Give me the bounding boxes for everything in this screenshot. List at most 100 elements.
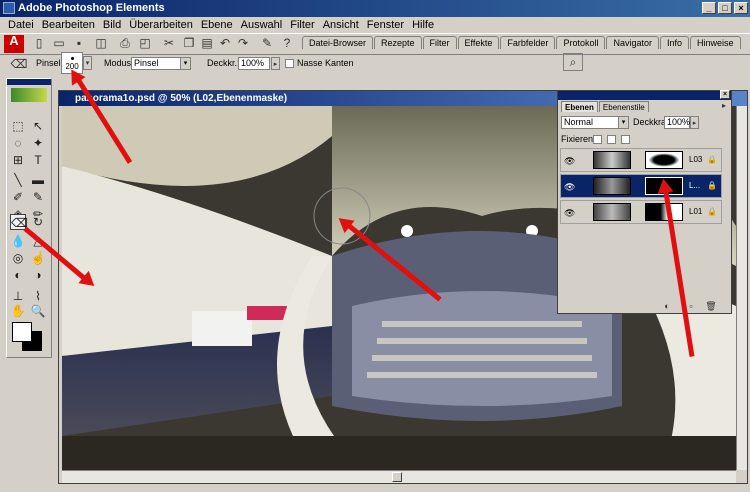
opacity-field[interactable]: 100%: [238, 57, 270, 70]
tab-ebenen[interactable]: Ebenen: [561, 101, 598, 112]
open-file-icon[interactable]: ▭: [50, 35, 68, 52]
eye-icon[interactable]: 👁: [564, 156, 575, 167]
layer-row-selected[interactable]: 👁 L... 🔒: [560, 174, 722, 198]
menu-auswahl[interactable]: Auswahl: [237, 19, 287, 31]
blend-mode-select[interactable]: Normal ▾: [561, 116, 629, 129]
clone-stamp-tool-icon[interactable]: ⊥: [10, 288, 26, 304]
dodge-tool-icon[interactable]: ◐: [10, 267, 26, 283]
cut-icon[interactable]: ✂: [160, 35, 178, 52]
mode-select[interactable]: Pinsel ▾: [131, 57, 191, 70]
help-icon[interactable]: ?: [278, 35, 296, 52]
paste-icon[interactable]: ▤: [198, 35, 216, 52]
type-tool-icon[interactable]: T: [30, 152, 46, 168]
menu-fenster[interactable]: Fenster: [363, 19, 408, 31]
layer-row[interactable]: 👁 L03 🔒: [560, 148, 722, 172]
tab-datei-browser[interactable]: Datei-Browser: [302, 36, 374, 49]
layer-opacity-field[interactable]: 100%: [664, 116, 690, 129]
menu-ueberarbeiten[interactable]: Überarbeiten: [125, 19, 197, 31]
trash-icon[interactable]: 🗑: [704, 300, 718, 312]
burn-tool-icon[interactable]: ◑: [30, 267, 46, 283]
layer-adjust-icon[interactable]: ◐: [660, 300, 674, 312]
zoom-tool-icon[interactable]: 🔍: [30, 303, 46, 319]
layer-thumbnail: [593, 151, 631, 169]
print-icon[interactable]: ⎙: [116, 35, 134, 52]
layer-name: L...: [689, 181, 701, 190]
magic-wand-tool-icon[interactable]: ✦: [30, 135, 46, 151]
mode-value: Pinsel: [134, 58, 159, 68]
brush-dropdown-icon[interactable]: ▾: [83, 56, 92, 70]
tab-info[interactable]: Info: [659, 36, 689, 49]
line-tool-icon[interactable]: ╲: [10, 172, 26, 188]
layer-thumbnail: [593, 177, 631, 195]
menu-hilfe[interactable]: Hilfe: [408, 19, 438, 31]
smudge-tool-icon[interactable]: ☝: [30, 250, 46, 266]
tab-effekte[interactable]: Effekte: [457, 36, 500, 49]
color-sampler-tool-icon[interactable]: ⌇: [30, 288, 46, 304]
lasso-tool-icon[interactable]: ◌: [10, 135, 26, 151]
palette-toggle-icon[interactable]: ⌕: [563, 53, 583, 71]
history-brush-tool-icon[interactable]: ↻: [30, 214, 46, 230]
app-icon: [3, 2, 15, 14]
layer-opacity-arrow-icon[interactable]: ▸: [690, 116, 699, 129]
menu-filter[interactable]: Filter: [286, 19, 318, 31]
tab-hinweise[interactable]: Hinweise: [690, 36, 741, 49]
eraser-tool-icon-selected[interactable]: ⌫: [10, 214, 28, 230]
menu-bild[interactable]: Bild: [99, 19, 125, 31]
blur-tool-icon[interactable]: 💧: [10, 233, 26, 249]
eraser-tool-icon[interactable]: ⌫: [10, 56, 28, 73]
tab-filter[interactable]: Filter: [422, 36, 457, 49]
menu-ebene[interactable]: Ebene: [197, 19, 237, 31]
palette-menu-icon[interactable]: ▸: [718, 100, 730, 111]
minimize-button[interactable]: _: [702, 2, 716, 14]
layer-name: L01: [689, 207, 703, 216]
close-button[interactable]: ×: [734, 2, 748, 14]
eye-icon[interactable]: 👁: [564, 182, 575, 193]
sponge-tool-icon[interactable]: ◎: [10, 250, 26, 266]
brush-dot-icon: [70, 57, 74, 60]
step-backward-icon[interactable]: ✎: [258, 35, 276, 52]
window-title-bar: Adobe Photoshop Elements _ □ ×: [0, 0, 750, 17]
tab-ebenenstile[interactable]: Ebenenstile: [598, 101, 649, 112]
chevron-down-icon: ▾: [618, 117, 628, 128]
toolbox-header: [7, 79, 51, 85]
tab-protokoll[interactable]: Protokoll: [556, 36, 606, 49]
marquee-tool-icon[interactable]: ⬚: [10, 118, 26, 134]
horizontal-scroll-thumb[interactable]: [392, 472, 402, 482]
palette-close-icon[interactable]: ×: [720, 90, 730, 99]
vertical-scrollbar[interactable]: [736, 106, 747, 470]
brush-label: Pinsel:: [36, 58, 64, 68]
layer-opacity-value: 100%: [667, 117, 691, 127]
opacity-value: 100%: [241, 58, 265, 68]
palette-well: Datei-Browser Rezepte Filter Effekte Far…: [302, 36, 742, 49]
hand-tool-icon[interactable]: ✋: [10, 303, 26, 319]
undo-icon[interactable]: ↶: [216, 35, 234, 52]
copy-icon[interactable]: ❐: [180, 35, 198, 52]
print-preview-icon[interactable]: ◰: [136, 35, 154, 52]
crop-tool-icon[interactable]: ⊞: [10, 152, 26, 168]
save-web-icon[interactable]: ◫: [92, 35, 110, 52]
tab-farbfelder[interactable]: Farbfelder: [500, 36, 556, 49]
maximize-button[interactable]: □: [718, 2, 732, 14]
layer-thumbnail: [593, 203, 631, 221]
eye-icon[interactable]: 👁: [564, 208, 575, 219]
menu-ansicht[interactable]: Ansicht: [319, 19, 363, 31]
eyedropper-tool-icon[interactable]: ✐: [10, 189, 26, 205]
opacity-arrow-icon[interactable]: ▸: [271, 57, 280, 70]
new-file-icon[interactable]: ▯: [30, 35, 48, 52]
tab-navigator[interactable]: Navigator: [606, 36, 659, 49]
chevron-down-icon: ▾: [180, 58, 190, 69]
lock-transparency-checkbox[interactable]: [593, 135, 602, 144]
lock-pixels-icon[interactable]: [607, 135, 616, 144]
tab-rezepte[interactable]: Rezepte: [374, 36, 422, 49]
layer-row[interactable]: 👁 L01 🔒: [560, 200, 722, 224]
menu-bearbeiten[interactable]: Bearbeiten: [38, 19, 99, 31]
gradient-tool-icon[interactable]: ▬: [30, 172, 46, 188]
redo-icon[interactable]: ↷: [234, 35, 252, 52]
layer-mask-thumbnail: [645, 203, 683, 221]
brush-tool-icon[interactable]: ✎: [30, 189, 46, 205]
lock-all-icon[interactable]: [621, 135, 630, 144]
save-icon[interactable]: ▪: [70, 35, 88, 52]
wet-edges-checkbox[interactable]: [285, 59, 294, 68]
foreground-color-swatch[interactable]: [12, 322, 32, 342]
move-tool-icon[interactable]: ↖: [30, 118, 46, 134]
